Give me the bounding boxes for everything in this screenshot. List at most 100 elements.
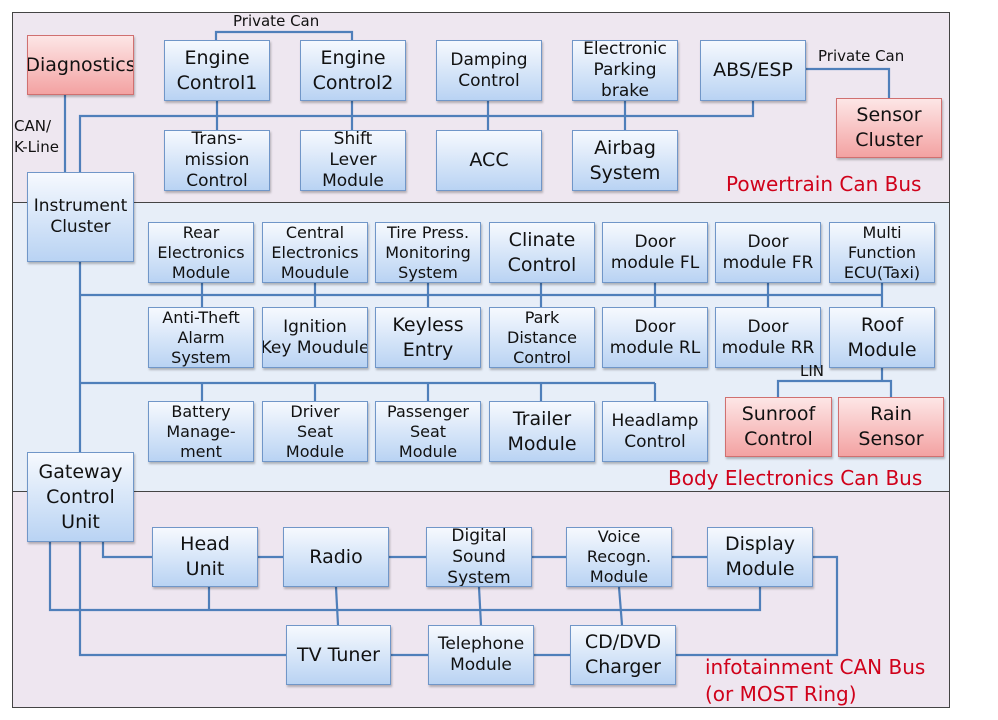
box-label: Sound [452, 546, 506, 567]
box-label: mission [184, 150, 250, 170]
box-label: Central [285, 222, 345, 242]
box-label: Entry [402, 338, 454, 361]
tv-box: TV Tuner [286, 625, 391, 685]
box-label: Electronic [583, 40, 667, 59]
box-label: Monitoring [385, 242, 471, 262]
box-label: Tire Press. [386, 222, 470, 242]
box-label: Control [46, 485, 115, 508]
box-label: Display [724, 533, 796, 555]
box-label: Instrument [33, 196, 128, 216]
box-label: Control2 [312, 71, 394, 94]
engine2-box: Engine Control2 [300, 40, 406, 101]
doorrl-box: Door module RL [602, 307, 708, 368]
box-label: Passenger [387, 401, 469, 421]
box-label: Rain [870, 403, 912, 425]
infotainment-bus-label: (or MOST Ring) [705, 682, 857, 706]
engine1-box: Engine Control1 [164, 40, 270, 101]
box-label: Battery [171, 401, 231, 421]
box-label: Door [747, 316, 789, 337]
sensor-box: Sensor Cluster [836, 98, 942, 158]
box-label: Key Moudule [262, 337, 368, 358]
box-label: System [398, 262, 458, 282]
bus-wire [477, 586, 483, 626]
box-label: Charger [585, 656, 661, 678]
box-label: TV Tuner [297, 643, 380, 666]
box-label: Engine [184, 46, 250, 69]
box-label: module RR [721, 337, 815, 358]
box-label: module FR [722, 252, 814, 273]
box-label: module FL [610, 252, 700, 273]
cddvd-box: CD/DVD Charger [570, 625, 676, 685]
private-can-label: Private Can [233, 12, 320, 30]
private-can-label: Private Can [818, 47, 905, 65]
box-label: Distance [507, 327, 577, 347]
box-label: Damping [450, 49, 528, 70]
gateway-box: Gateway Control Unit [27, 452, 134, 542]
box-label: ACC [469, 149, 509, 171]
can-kline-label: K-Line [14, 138, 59, 156]
box-label: Electronics [157, 242, 245, 262]
voice-box: Voice Recogn. Module [566, 527, 672, 587]
driver-box: Driver Seat Module [262, 401, 368, 462]
box-label: ABS/ESP [713, 59, 793, 81]
box-label: Lever [329, 150, 377, 170]
climate-box: Clinate Control [489, 222, 595, 283]
phone-box: Telephone Module [428, 625, 534, 685]
box-label: Park [524, 307, 560, 327]
roof-box: Roof Module [829, 307, 935, 368]
box-label: Seat [409, 421, 447, 441]
box-label: Module [322, 171, 384, 191]
box-label: ECU(Taxi) [843, 262, 921, 282]
box-label: Control [624, 431, 686, 452]
box-label: Parking [593, 60, 657, 80]
keyless-box: Keyless Entry [375, 307, 481, 368]
box-label: Door [634, 316, 676, 337]
box-label: brake [601, 81, 649, 101]
box-label: System [171, 347, 231, 367]
tire-box: Tire Press. Monitoring System [375, 222, 481, 283]
box-label: Module [398, 441, 458, 461]
box-label: Moudule [280, 262, 350, 282]
doorfr-box: Door module FR [715, 222, 821, 283]
box-label: Seat [296, 421, 334, 441]
box-label: Electronics [271, 242, 359, 262]
box-label: Module [171, 262, 231, 282]
powertrain-bus-label: Powertrain Can Bus [726, 172, 922, 196]
bus-wire [214, 30, 354, 40]
box-label: Engine [320, 46, 386, 69]
abs-box: ABS/ESP [700, 40, 806, 101]
box-label: module RL [609, 337, 701, 358]
doorfl-box: Door module FL [602, 222, 708, 283]
box-label: Alarm [177, 327, 225, 347]
rear-box: Rear Electronics Module [148, 222, 254, 283]
box-label: Module [450, 655, 512, 675]
box-label: Clinate [508, 228, 576, 251]
box-label: Control [507, 253, 577, 276]
bus-wire [776, 379, 893, 397]
diagnostics-box: Diagnostics [27, 35, 134, 95]
box-label: Voice [597, 527, 641, 546]
box-label: Digital [451, 527, 507, 546]
box-label: Control1 [176, 71, 258, 94]
box-label: Telephone [437, 634, 525, 654]
bus-wire [101, 542, 152, 559]
box-label: Diagnostics [27, 53, 134, 76]
lin-label: LIN [800, 362, 825, 380]
box-label: Door [747, 231, 789, 252]
bus-wire [806, 67, 891, 98]
box-label: Gateway [38, 460, 123, 483]
box-label: Rear [182, 222, 220, 242]
airbag-box: Airbag System [572, 130, 678, 191]
box-label: Unit [61, 510, 100, 533]
box-label: Manage- [166, 421, 236, 441]
box-label: Trailer [512, 407, 572, 430]
bus-wire [334, 586, 340, 626]
bus-wire [617, 586, 624, 626]
multi-box: Multi Function ECU(Taxi) [829, 222, 935, 283]
acc-box: ACC [436, 130, 542, 191]
headlamp-box: Headlamp Control [602, 401, 708, 462]
instrument-box: Instrument Cluster [27, 172, 134, 262]
passenger-box: Passenger Seat Module [375, 401, 481, 462]
box-label: Trans- [191, 130, 243, 149]
box-label: CD/DVD [584, 631, 662, 653]
